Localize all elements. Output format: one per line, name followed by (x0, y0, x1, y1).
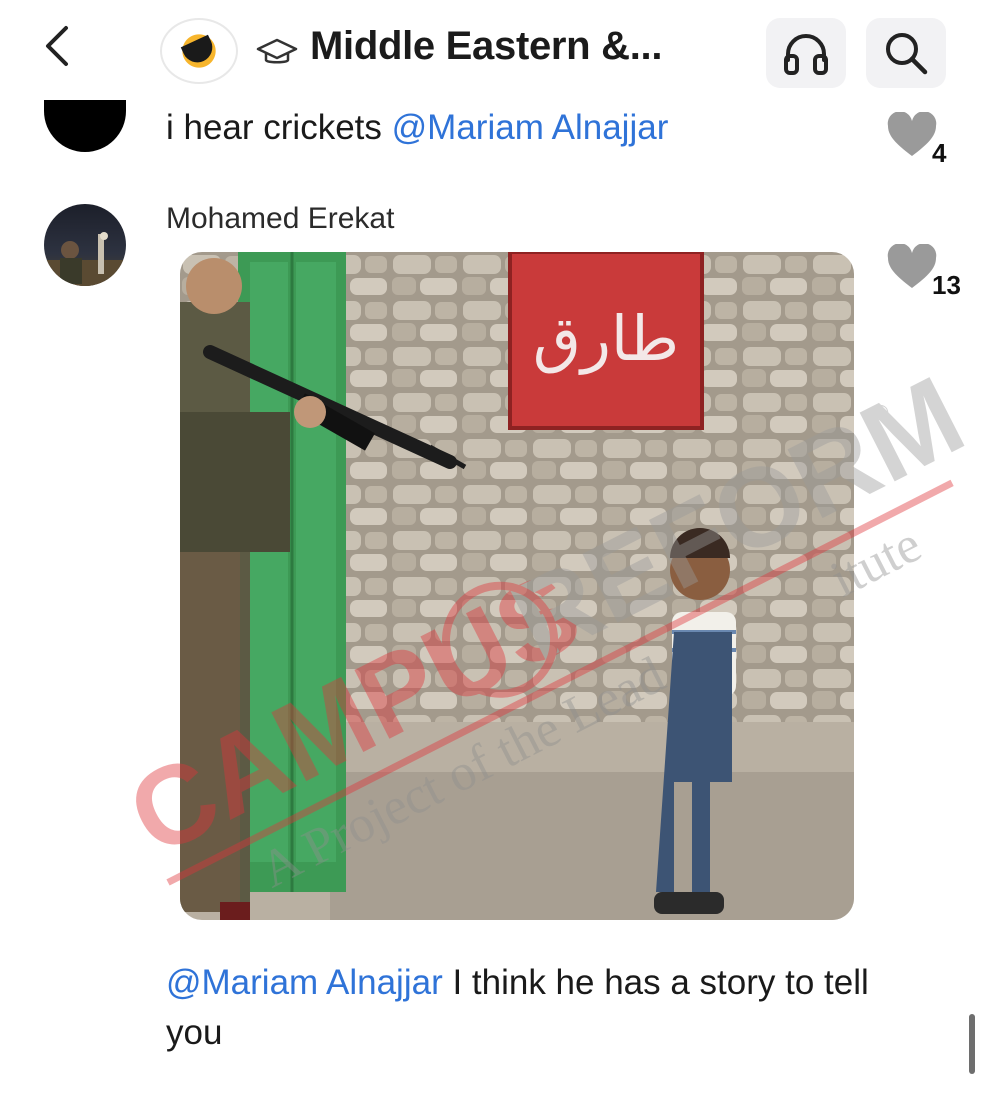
avatar[interactable] (44, 204, 126, 286)
headphones-button[interactable] (766, 18, 846, 88)
group-avatar[interactable] (160, 18, 238, 84)
like-count: 4 (932, 138, 947, 168)
search-button[interactable] (866, 18, 946, 88)
watermark-registered: ® (868, 398, 894, 428)
attached-photo[interactable]: طارق (180, 252, 854, 920)
chevron-left-icon (46, 26, 68, 66)
headphones-icon (784, 34, 828, 75)
group-title[interactable]: Middle Eastern &... (310, 24, 662, 69)
user-mention[interactable]: @Mariam Alnajjar (166, 963, 443, 1002)
like-count: 13 (932, 270, 961, 300)
comment-author[interactable]: Mohamed Erekat (166, 202, 394, 236)
like-button[interactable] (886, 243, 938, 295)
back-button[interactable] (36, 22, 80, 70)
like-button[interactable] (886, 111, 938, 163)
heart-icon (887, 243, 937, 288)
comment-text: i hear crickets @Mariam Alnajjar (166, 108, 668, 148)
comment-body: i hear crickets (166, 108, 382, 147)
user-mention[interactable]: @Mariam Alnajjar (392, 108, 669, 147)
scrollbar[interactable] (969, 1014, 975, 1074)
avatar[interactable] (44, 100, 126, 152)
heart-icon (887, 111, 937, 156)
graduation-cap-icon (256, 36, 298, 68)
comment-text: @Mariam Alnajjar I think he has a story … (166, 958, 886, 1058)
wall-graffiti: طارق (533, 302, 679, 375)
search-icon (886, 33, 928, 75)
